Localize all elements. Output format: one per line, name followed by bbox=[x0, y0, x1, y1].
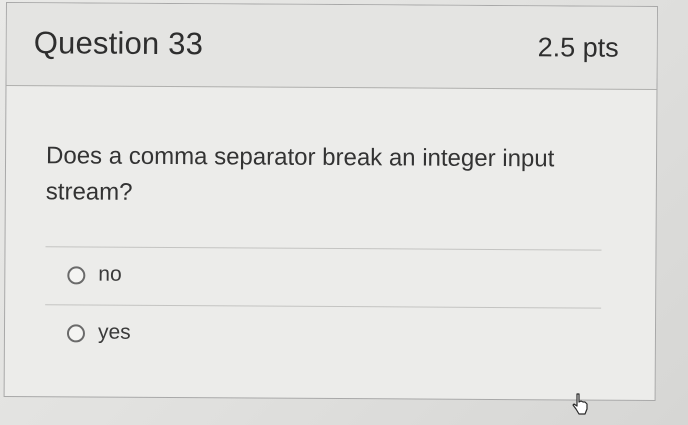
question-points: 2.5 pts bbox=[537, 32, 619, 63]
radio-button-no[interactable] bbox=[67, 266, 86, 285]
question-text: Does a comma separator break an integer … bbox=[45, 142, 555, 206]
answer-option-yes[interactable]: yes bbox=[44, 304, 602, 366]
question-title: Question 33 bbox=[33, 25, 204, 62]
answer-option-no[interactable]: no bbox=[45, 246, 602, 308]
answer-list: no yes bbox=[44, 246, 602, 366]
answer-label-no: no bbox=[98, 262, 122, 286]
question-header: Question 33 2.5 pts bbox=[6, 3, 657, 90]
radio-button-yes[interactable] bbox=[66, 324, 86, 343]
question-card: Question 33 2.5 pts Does a comma separat… bbox=[3, 2, 658, 401]
pointer-cursor-icon bbox=[572, 393, 588, 415]
question-body: Does a comma separator break an integer … bbox=[5, 86, 657, 400]
answer-label-yes: yes bbox=[97, 320, 131, 344]
